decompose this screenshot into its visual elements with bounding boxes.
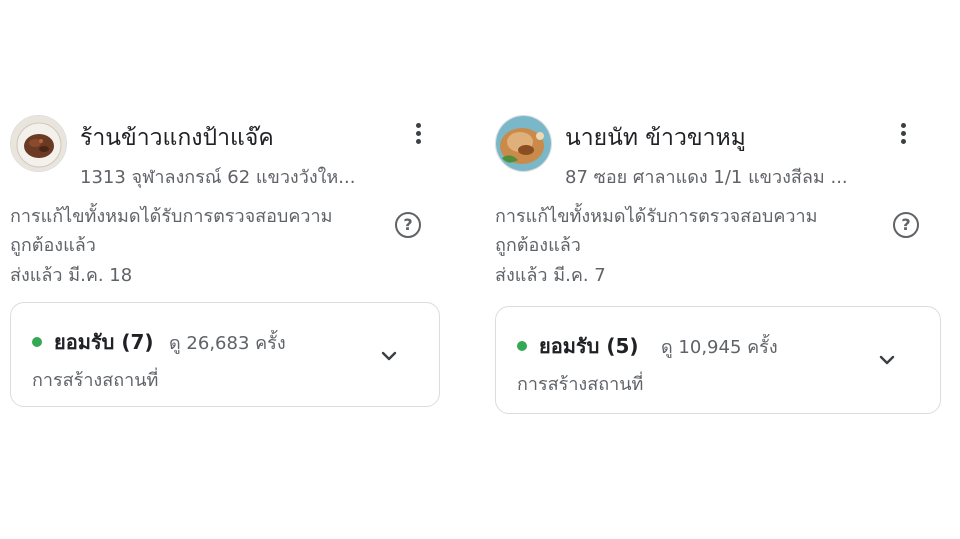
more-vert-icon[interactable] bbox=[891, 120, 915, 150]
review-status: การแก้ไขทั้งหมดได้รับการตรวจสอบความ ถูกต… bbox=[495, 202, 865, 260]
place-title[interactable]: ร้านข้าวแกงป้าแจ๊ค bbox=[80, 120, 274, 156]
place-title[interactable]: นายนัท ข้าวขาหมู bbox=[565, 120, 746, 156]
help-icon[interactable]: ? bbox=[395, 212, 421, 238]
help-icon[interactable]: ? bbox=[893, 212, 919, 238]
view-count: ดู 26,683 ครั้ง bbox=[169, 333, 286, 354]
sent-date: ส่งแล้ว มี.ค. 7 bbox=[495, 265, 606, 286]
contribution-card[interactable]: ร้านข้าวแกงป้าแจ๊ค 1313 จุฬาลงกรณ์ 62 แข… bbox=[10, 110, 450, 420]
accepted-status-dot bbox=[517, 341, 527, 351]
accepted-status-dot bbox=[32, 337, 42, 347]
accepted-count: ยอมรับ (7) bbox=[54, 330, 154, 354]
contribution-summary[interactable]: ยอมรับ (7) ดู 26,683 ครั้ง การสร้างสถานท… bbox=[10, 302, 440, 407]
contribution-card[interactable]: นายนัท ข้าวขาหมู 87 ซอย ศาลาแดง 1/1 แขวง… bbox=[495, 110, 941, 420]
contribution-summary[interactable]: ยอมรับ (5) ดู 10,945 ครั้ง การสร้างสถานท… bbox=[495, 306, 941, 414]
place-address: 87 ซอย ศาลาแดง 1/1 แขวงสีลม ... bbox=[565, 167, 848, 188]
place-photo-avatar[interactable] bbox=[10, 115, 67, 172]
contribution-type: การสร้างสถานที่ bbox=[32, 370, 159, 391]
accepted-count: ยอมรับ (5) bbox=[539, 334, 639, 358]
review-status-line: การแก้ไขทั้งหมดได้รับการตรวจสอบความ bbox=[495, 206, 818, 227]
more-vert-icon[interactable] bbox=[406, 120, 430, 150]
view-count: ดู 10,945 ครั้ง bbox=[661, 337, 778, 358]
review-status-line: ถูกต้องแล้ว bbox=[10, 235, 96, 256]
place-address: 1313 จุฬาลงกรณ์ 62 แขวงวังให... bbox=[80, 167, 356, 188]
sent-date: ส่งแล้ว มี.ค. 18 bbox=[10, 265, 133, 286]
review-status-line: การแก้ไขทั้งหมดได้รับการตรวจสอบความ bbox=[10, 206, 333, 227]
chevron-down-icon[interactable] bbox=[378, 345, 400, 367]
review-status: การแก้ไขทั้งหมดได้รับการตรวจสอบความ ถูกต… bbox=[10, 202, 380, 260]
place-photo-avatar[interactable] bbox=[495, 115, 552, 172]
review-status-line: ถูกต้องแล้ว bbox=[495, 235, 581, 256]
contribution-type: การสร้างสถานที่ bbox=[517, 374, 644, 395]
chevron-down-icon[interactable] bbox=[876, 349, 898, 371]
